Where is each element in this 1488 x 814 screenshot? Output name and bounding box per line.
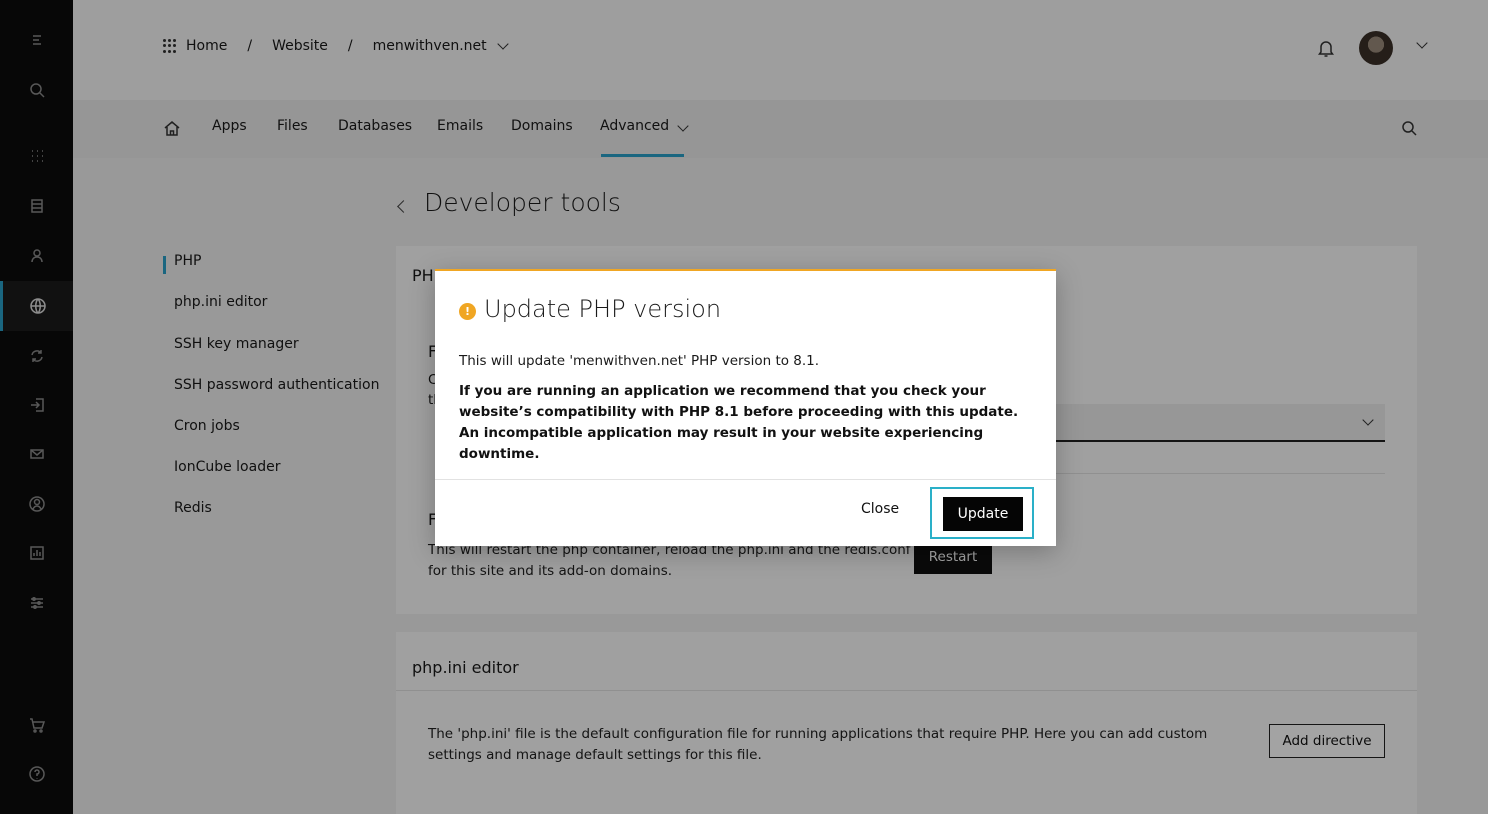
divider bbox=[435, 479, 1056, 480]
warning-icon: ! bbox=[459, 303, 476, 320]
close-button[interactable]: Close bbox=[861, 501, 899, 517]
update-php-dialog: ! Update PHP version This will update 'm… bbox=[435, 269, 1056, 546]
dialog-title: Update PHP version bbox=[484, 295, 722, 323]
dialog-warning: If you are running an application we rec… bbox=[459, 383, 1019, 462]
dialog-message: This will update 'menwithven.net' PHP ve… bbox=[459, 353, 820, 369]
update-button[interactable]: Update bbox=[943, 497, 1023, 531]
